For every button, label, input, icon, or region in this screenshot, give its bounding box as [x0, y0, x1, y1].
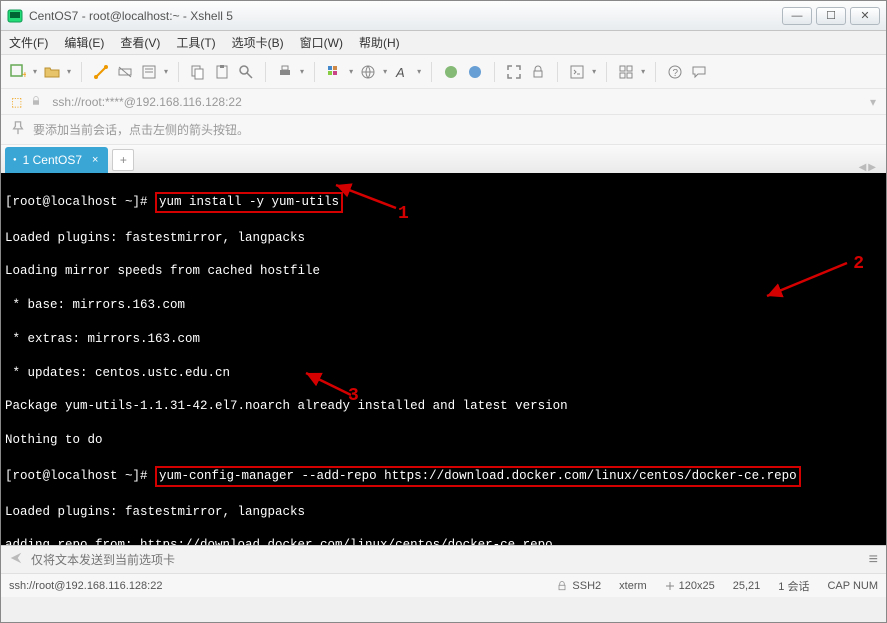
minimize-button[interactable]: — — [782, 7, 812, 25]
tab-bar: ● 1 CentOS7 × + ◀ ▶ — [1, 145, 886, 173]
pin-icon[interactable] — [11, 121, 25, 138]
send-bar: ≡ — [1, 545, 886, 573]
menu-tab[interactable]: 选项卡(B) — [232, 34, 284, 51]
color-scheme-icon[interactable] — [325, 63, 343, 81]
send-input[interactable] — [31, 553, 861, 567]
reconnect-icon[interactable] — [92, 63, 110, 81]
close-button[interactable]: ✕ — [850, 7, 880, 25]
address-bar: ⬚ ssh://root:****@192.168.116.128:22 ▾ — [1, 89, 886, 115]
svg-text:A: A — [395, 65, 405, 80]
tile-icon[interactable] — [617, 63, 635, 81]
status-term: xterm — [619, 580, 647, 592]
menu-bar: 文件(F) 编辑(E) 查看(V) 工具(T) 选项卡(B) 窗口(W) 帮助(… — [1, 31, 886, 55]
menu-view[interactable]: 查看(V) — [120, 34, 160, 51]
menu-window[interactable]: 窗口(W) — [300, 34, 343, 51]
cmd2-highlight: yum-config-manager --add-repo https://do… — [155, 466, 801, 487]
tab-close-icon[interactable]: × — [92, 154, 98, 166]
address-text[interactable]: ssh://root:****@192.168.116.128:22 — [52, 95, 862, 109]
disconnect-icon[interactable] — [116, 63, 134, 81]
help-icon[interactable]: ? — [666, 63, 684, 81]
terminal[interactable]: [root@localhost ~]# yum install -y yum-u… — [1, 173, 886, 545]
size-icon — [665, 581, 675, 591]
svg-text:?: ? — [673, 68, 679, 79]
print-icon[interactable] — [276, 63, 294, 81]
status-caps: CAP NUM — [827, 580, 878, 592]
paste-icon[interactable] — [213, 63, 231, 81]
window-controls: — ☐ ✕ — [782, 7, 880, 25]
maximize-button[interactable]: ☐ — [816, 7, 846, 25]
menu-tools[interactable]: 工具(T) — [176, 34, 215, 51]
chat-icon[interactable] — [690, 63, 708, 81]
properties-icon[interactable] — [140, 63, 158, 81]
menu-help[interactable]: 帮助(H) — [359, 34, 400, 51]
ssh-icon — [556, 580, 568, 592]
open-icon[interactable] — [43, 63, 61, 81]
status-pos: 25,21 — [733, 580, 761, 592]
find-icon[interactable] — [237, 63, 255, 81]
xagent-icon[interactable] — [442, 63, 460, 81]
script-icon[interactable] — [568, 63, 586, 81]
window-title: CentOS7 - root@localhost:~ - Xshell 5 — [29, 9, 782, 23]
font-icon[interactable]: A — [393, 63, 411, 81]
add-session-icon[interactable]: ⬚ — [11, 95, 22, 109]
encoding-icon[interactable] — [359, 63, 377, 81]
status-connection: ssh://root@192.168.116.128:22 — [9, 580, 538, 592]
status-bar: ssh://root@192.168.116.128:22 SSH2 xterm… — [1, 573, 886, 597]
status-ssh: SSH2 — [556, 580, 601, 592]
hint-text: 要添加当前会话，点击左侧的箭头按钮。 — [33, 121, 249, 138]
tab-prev-icon[interactable]: ◀ — [859, 162, 867, 173]
status-size: 120x25 — [665, 580, 715, 592]
session-tab[interactable]: ● 1 CentOS7 × — [5, 147, 108, 173]
tab-nav: ◀ ▶ — [859, 162, 882, 173]
padlock-icon — [30, 95, 44, 109]
tab-next-icon[interactable]: ▶ — [868, 162, 876, 173]
addr-dropdown-icon[interactable]: ▾ — [870, 95, 876, 109]
menu-edit[interactable]: 编辑(E) — [64, 34, 104, 51]
new-session-icon[interactable]: + — [9, 63, 27, 81]
status-sessions: 1 会话 — [778, 578, 809, 594]
svg-text:+: + — [22, 70, 26, 80]
cmd1-highlight: yum install -y yum-utils — [155, 192, 343, 213]
tab-status-dot: ● — [13, 157, 17, 163]
lock-icon[interactable] — [529, 63, 547, 81]
send-menu-icon[interactable]: ≡ — [869, 551, 878, 569]
menu-file[interactable]: 文件(F) — [9, 34, 48, 51]
app-icon — [7, 8, 23, 24]
title-bar: CentOS7 - root@localhost:~ - Xshell 5 — … — [1, 1, 886, 31]
hint-bar: 要添加当前会话，点击左侧的箭头按钮。 — [1, 115, 886, 145]
toolbar: +▾ ▾ ▾ ▾ ▾ ▾ A▾ ▾ ▾ ? — [1, 55, 886, 89]
add-tab-button[interactable]: + — [112, 149, 134, 171]
copy-icon[interactable] — [189, 63, 207, 81]
send-icon[interactable] — [9, 551, 23, 568]
fullscreen-icon[interactable] — [505, 63, 523, 81]
tab-label: 1 CentOS7 — [23, 153, 82, 167]
xftp-icon[interactable] — [466, 63, 484, 81]
